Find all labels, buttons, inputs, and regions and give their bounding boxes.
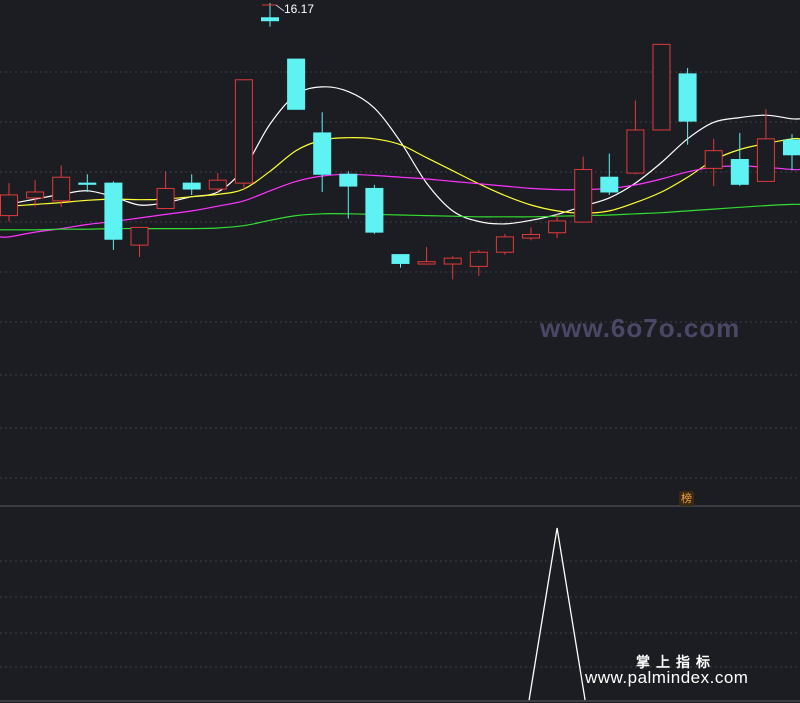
high-marker-arrow [275, 4, 285, 12]
candle-18-body [469, 251, 488, 267]
candle-3-body [78, 182, 97, 185]
grid [0, 71, 800, 702]
candle-30-body [783, 139, 800, 156]
candle-13-body [339, 173, 358, 187]
candle-0-body [0, 194, 18, 217]
candle-23-body [600, 176, 619, 193]
candle-5-body [130, 226, 149, 246]
candle-12-body [313, 132, 332, 175]
watermark-url: www.palmindex.com [585, 668, 749, 687]
chart-stage: 16.17 www.6o7o.com 榜 掌上指标 www.palmindex.… [0, 0, 800, 703]
candle-19-body [495, 236, 514, 253]
watermark-top: www.6o7o.com [540, 313, 741, 343]
kline-chart [0, 3, 800, 702]
candle-6-body [156, 187, 175, 210]
candle-2-body [52, 176, 71, 202]
candle-20-body [522, 234, 540, 239]
signal-indicator [528, 527, 586, 701]
candle-16-body [417, 261, 436, 265]
candle-28-body [730, 159, 749, 185]
candle-9-body [234, 79, 253, 184]
candle-24-body [626, 129, 645, 174]
candle-14-body [365, 187, 384, 233]
candle-15-body [391, 254, 410, 264]
candle-26-body [678, 73, 697, 122]
candle-27-body [704, 150, 723, 169]
candle-11-body [287, 58, 306, 110]
candle-17-body [443, 257, 462, 265]
rank-badge[interactable]: 榜 [679, 491, 694, 506]
candle-7-body [182, 182, 201, 190]
candle-21-body [548, 220, 567, 234]
candle-29-body [756, 138, 775, 182]
high-price-label: 16.17 [284, 2, 315, 16]
candle-22-body [574, 169, 593, 223]
candle-10-body [261, 17, 279, 22]
candle-1-body [26, 191, 45, 199]
candle-4-body [104, 182, 123, 240]
candle-25-body [652, 43, 671, 131]
candle-8-body [208, 179, 227, 190]
signal-spike [528, 527, 586, 701]
